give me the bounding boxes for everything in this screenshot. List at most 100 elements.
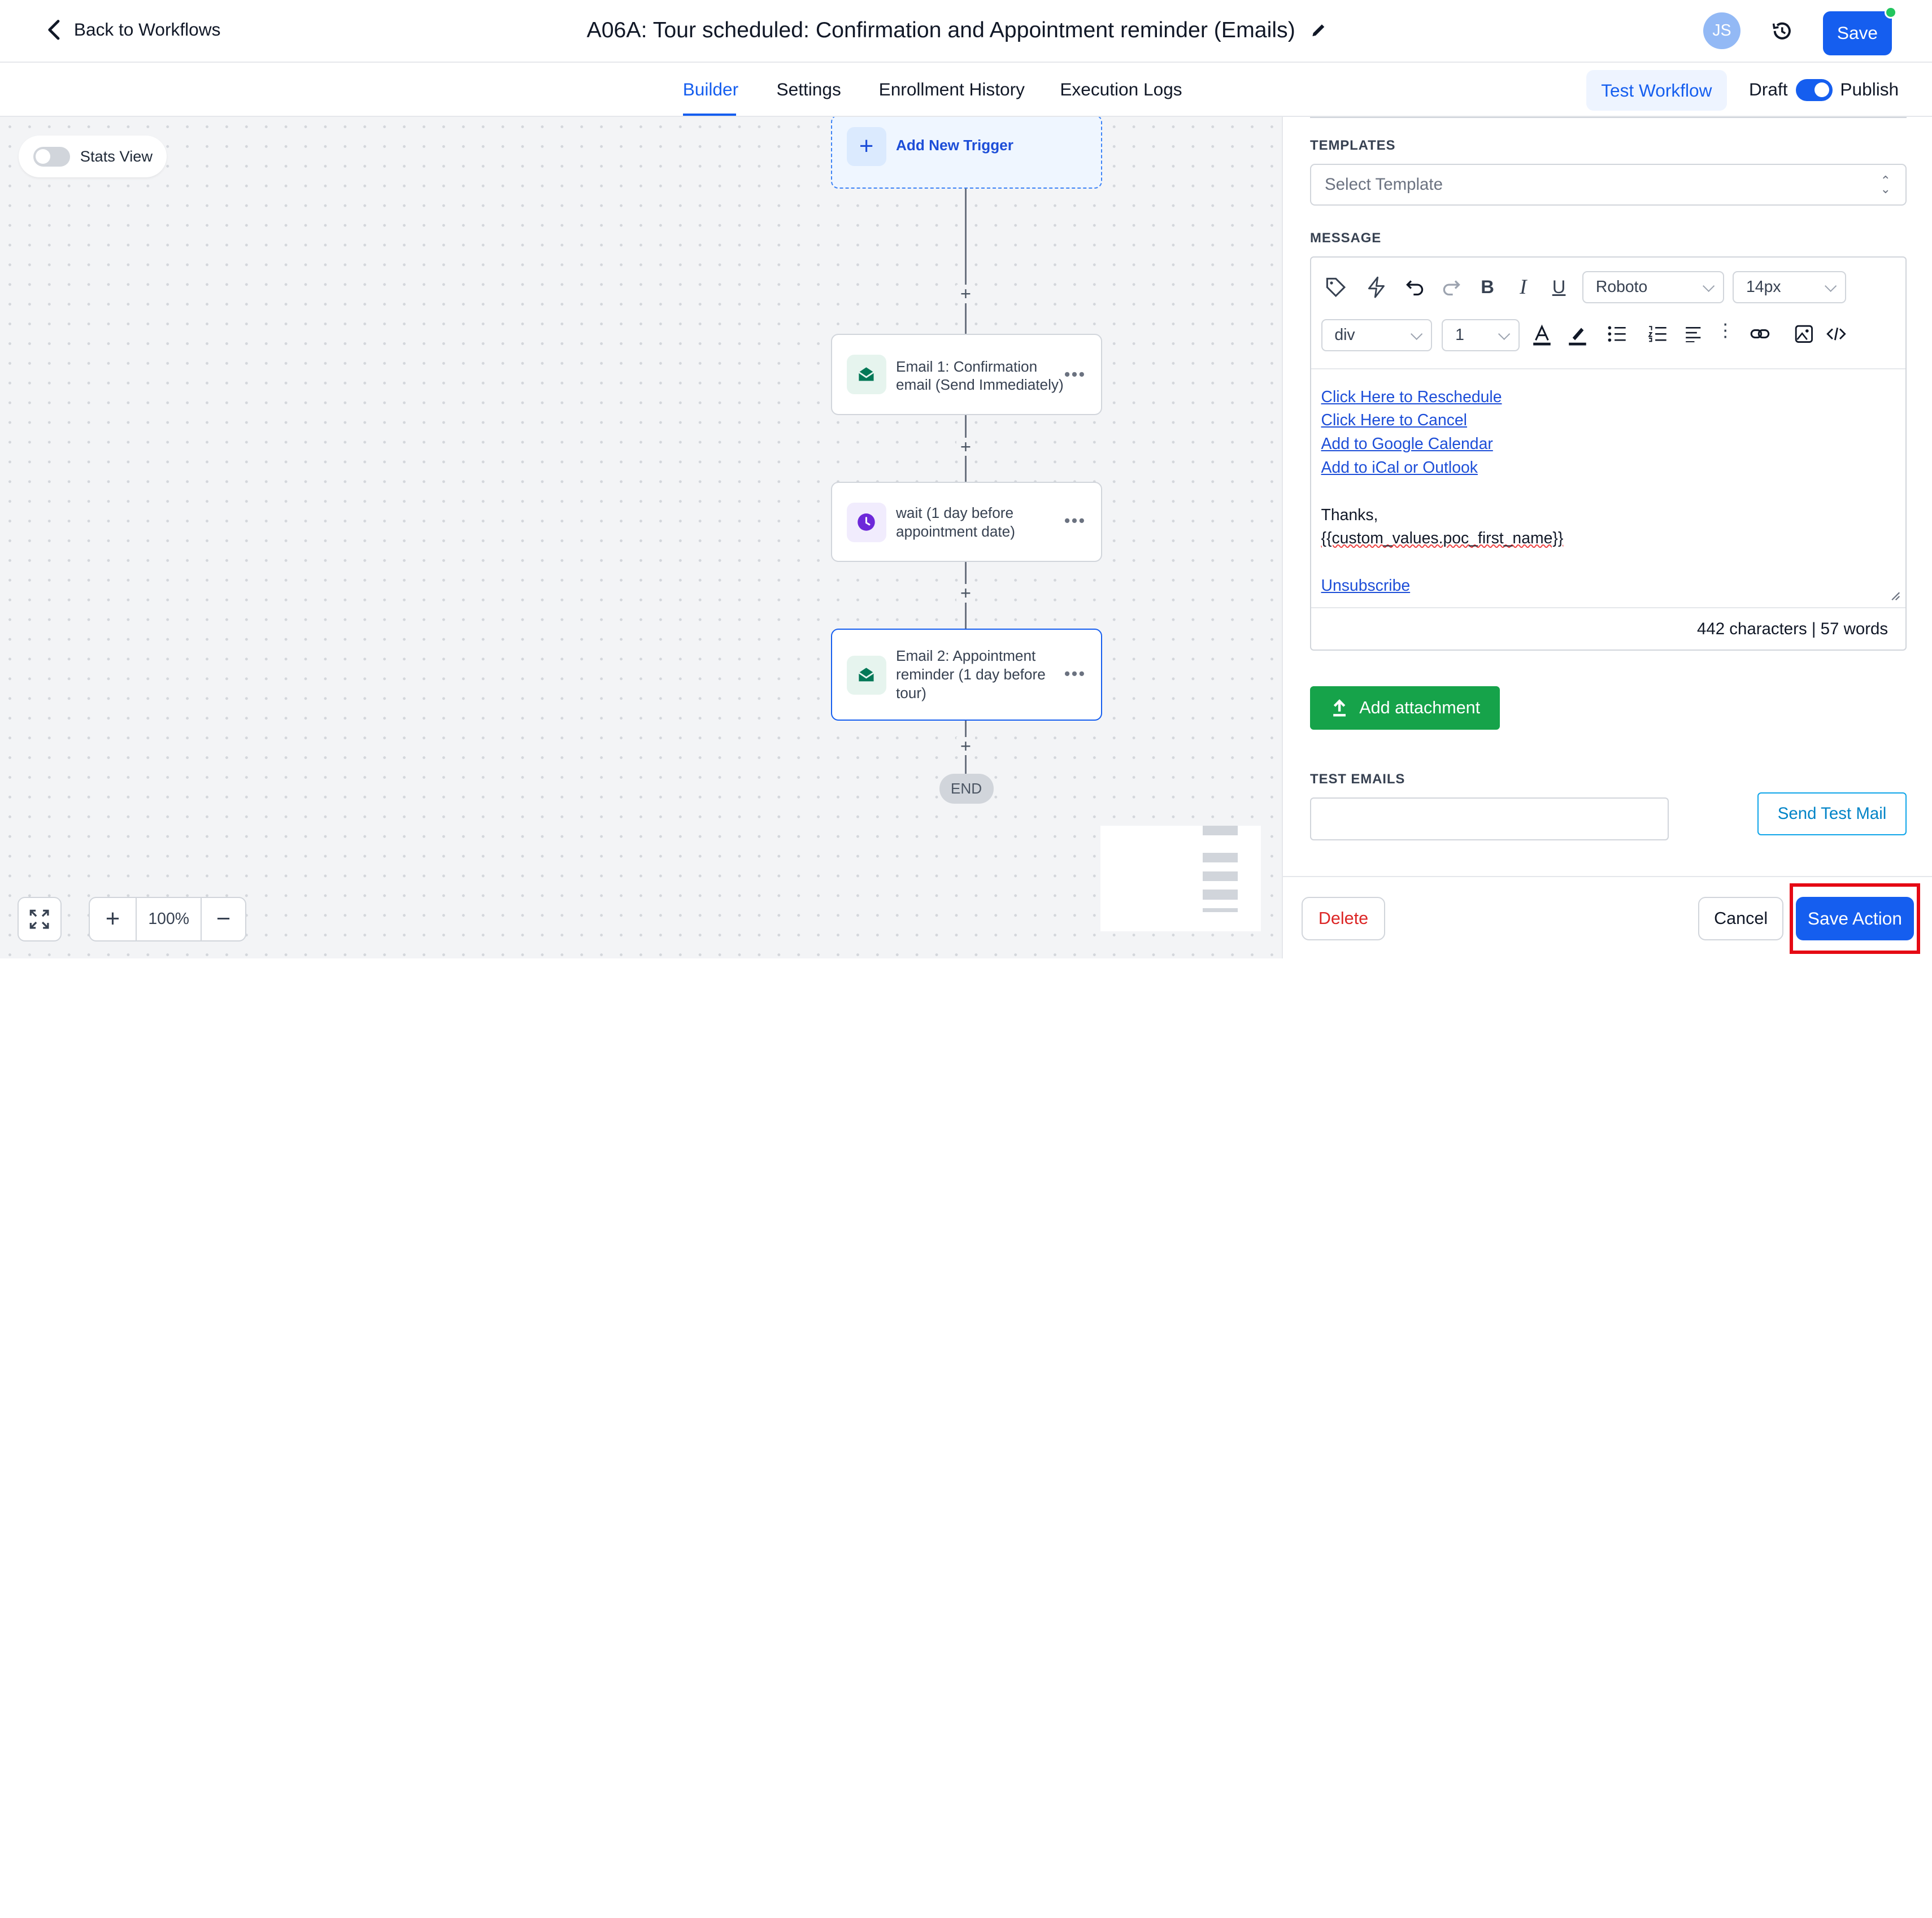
- signature-variable: {{custom_values.poc_first_name}}: [1321, 529, 1564, 548]
- save-workflow-button[interactable]: Save: [1822, 11, 1892, 56]
- link-icon[interactable]: [1747, 321, 1772, 346]
- back-to-workflows-link[interactable]: Back to Workflows: [45, 18, 221, 42]
- italic-icon[interactable]: I: [1511, 274, 1535, 299]
- font-size-select[interactable]: 14px: [1733, 271, 1846, 303]
- add-new-trigger-card[interactable]: + Add New Trigger: [830, 117, 1102, 189]
- font-family-select[interactable]: Roboto: [1582, 271, 1724, 303]
- add-step-plus[interactable]: +: [956, 284, 975, 303]
- back-label: Back to Workflows: [73, 19, 221, 40]
- publish-toggle[interactable]: [1795, 79, 1833, 101]
- tab-enrollment-history[interactable]: Enrollment History: [879, 79, 1025, 100]
- workflow-title: A06A: Tour scheduled: Confirmation and A…: [587, 18, 1328, 43]
- node-label: Email 1: Confirmation email (Send Immedi…: [895, 358, 1064, 394]
- test-workflow-button[interactable]: Test Workflow: [1586, 70, 1727, 111]
- zoom-out-button[interactable]: −: [201, 898, 245, 940]
- publish-label: Publish: [1840, 79, 1899, 99]
- resize-handle-icon[interactable]: [1891, 591, 1900, 601]
- action-settings-panel: TEMPLATES Select Template ⌃ ⌄ MESSAGE B I…: [1282, 117, 1932, 959]
- top-bar: Back to Workflows A06A: Tour scheduled: …: [0, 0, 1932, 63]
- end-node: END: [939, 774, 994, 804]
- redo-icon[interactable]: [1439, 274, 1464, 299]
- unsubscribe-link[interactable]: Unsubscribe: [1321, 574, 1896, 598]
- add-step-plus[interactable]: +: [956, 583, 975, 603]
- node-label: Email 2: Appointment reminder (1 day bef…: [895, 647, 1046, 701]
- template-select-value: Select Template: [1325, 175, 1443, 194]
- rich-text-editor: B I U Roboto 14px div 1 · · · Click Here…: [1310, 256, 1907, 651]
- ical-outlook-link[interactable]: Add to iCal or Outlook: [1321, 456, 1896, 480]
- workflow-node-email-2[interactable]: Email 2: Appointment reminder (1 day bef…: [830, 628, 1102, 721]
- cancel-link[interactable]: Click Here to Cancel: [1321, 409, 1896, 433]
- add-step-plus[interactable]: +: [956, 437, 975, 456]
- zoom-in-button[interactable]: +: [90, 898, 137, 940]
- cancel-button[interactable]: Cancel: [1698, 897, 1783, 940]
- stats-view-toggle[interactable]: Stats View: [18, 135, 167, 178]
- block-format-value: div: [1334, 325, 1355, 344]
- save-action-button[interactable]: Save Action: [1795, 897, 1914, 940]
- code-view-icon[interactable]: [1824, 321, 1849, 346]
- history-icon[interactable]: [1770, 19, 1795, 43]
- edit-pencil-icon[interactable]: [1310, 21, 1328, 39]
- font-size-value: 14px: [1746, 277, 1781, 296]
- stats-view-label: Stats View: [80, 147, 153, 165]
- email-icon: [846, 355, 886, 394]
- panel-footer: Delete Cancel Save Action: [1283, 876, 1932, 958]
- underline-icon[interactable]: U: [1547, 274, 1572, 299]
- delete-button[interactable]: Delete: [1301, 897, 1386, 940]
- zoom-group: + 100% −: [89, 897, 246, 941]
- tab-settings[interactable]: Settings: [777, 79, 841, 100]
- add-step-plus[interactable]: +: [956, 736, 975, 756]
- fit-view-button[interactable]: [17, 897, 62, 941]
- bullet-list-icon[interactable]: [1604, 321, 1629, 346]
- zoom-level: 100%: [148, 910, 189, 929]
- draft-label: Draft: [1748, 79, 1788, 99]
- template-select[interactable]: Select Template ⌃ ⌄: [1310, 164, 1907, 206]
- message-body[interactable]: Click Here to Reschedule Click Here to C…: [1311, 368, 1905, 607]
- align-icon[interactable]: [1681, 321, 1706, 346]
- add-attachment-button[interactable]: Add attachment: [1310, 686, 1500, 730]
- text-color-icon[interactable]: [1529, 322, 1554, 347]
- test-emails-label: TEST EMAILS: [1310, 771, 1406, 787]
- active-tab-indicator: [682, 113, 736, 116]
- google-calendar-link[interactable]: Add to Google Calendar: [1321, 433, 1896, 456]
- panel-divider: [1310, 117, 1907, 119]
- plus-icon: +: [846, 127, 886, 167]
- tag-icon[interactable]: [1324, 274, 1348, 299]
- character-word-count: 442 characters | 57 words: [1311, 607, 1905, 649]
- chevron-down-icon: [1498, 328, 1511, 341]
- send-test-mail-button[interactable]: Send Test Mail: [1757, 792, 1907, 836]
- user-avatar[interactable]: JS: [1703, 12, 1740, 50]
- tab-builder[interactable]: Builder: [683, 79, 738, 100]
- thanks-text: Thanks,: [1321, 505, 1378, 524]
- more-options-icon[interactable]: · · ·: [1713, 313, 1738, 346]
- chevron-down-icon: [1703, 280, 1715, 293]
- line-height-select[interactable]: 1: [1442, 319, 1520, 351]
- add-new-trigger-label: Add New Trigger: [895, 136, 1013, 154]
- chevron-down-icon: [1410, 328, 1423, 341]
- workflow-node-wait[interactable]: wait (1 day before appointment date) •••: [830, 482, 1102, 562]
- highlight-icon[interactable]: [1565, 322, 1590, 347]
- minimap[interactable]: [1100, 825, 1261, 932]
- tab-execution-logs[interactable]: Execution Logs: [1060, 79, 1182, 100]
- workflow-node-email-1[interactable]: Email 1: Confirmation email (Send Immedi…: [830, 334, 1102, 416]
- node-menu-icon[interactable]: •••: [1064, 511, 1086, 531]
- message-label: MESSAGE: [1310, 230, 1382, 246]
- lightning-icon[interactable]: [1364, 274, 1389, 299]
- bold-icon[interactable]: B: [1475, 274, 1500, 299]
- block-format-select[interactable]: div: [1321, 319, 1432, 351]
- numbered-list-icon[interactable]: [1645, 321, 1670, 346]
- stats-view-switch[interactable]: [33, 146, 71, 167]
- minimap-node: [1203, 825, 1238, 836]
- chevron-down-icon: [1825, 280, 1837, 293]
- image-icon[interactable]: [1792, 321, 1817, 346]
- online-status-dot: [1884, 6, 1897, 19]
- add-attachment-label: Add attachment: [1359, 698, 1481, 717]
- undo-icon[interactable]: [1403, 274, 1428, 299]
- reschedule-link[interactable]: Click Here to Reschedule: [1321, 386, 1896, 409]
- node-menu-icon[interactable]: •••: [1064, 365, 1086, 385]
- test-emails-input[interactable]: [1310, 797, 1669, 840]
- minimap-node: [1203, 890, 1238, 900]
- minimap-node: [1203, 852, 1238, 863]
- workflow-canvas[interactable]: Stats View + + + + + Add New Trigger Ema…: [0, 117, 1282, 959]
- node-menu-icon[interactable]: •••: [1064, 664, 1086, 684]
- upload-icon: [1333, 699, 1346, 717]
